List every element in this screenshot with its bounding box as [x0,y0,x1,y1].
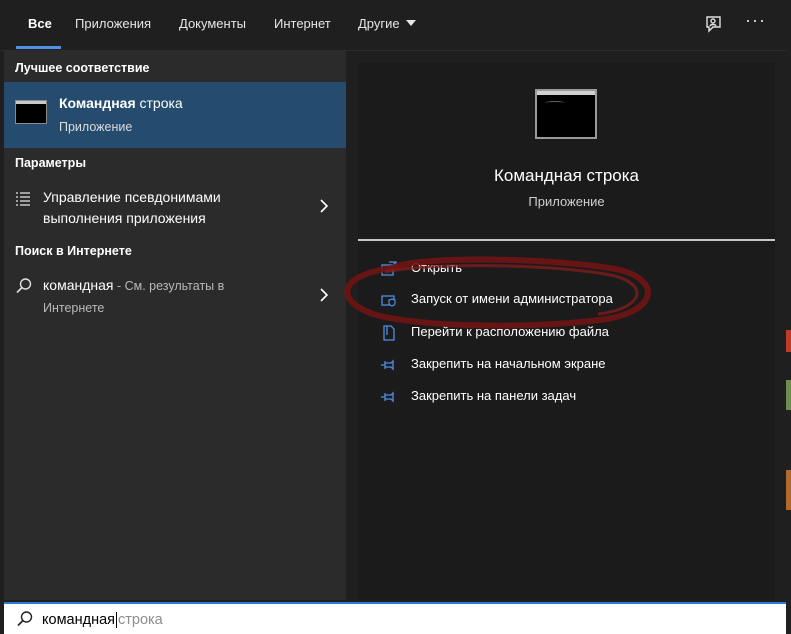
action-open[interactable]: Открыть [380,257,680,281]
action-pin-start-label: Закрепить на начальном экране [411,356,606,371]
search-typed-text: командная [42,612,115,628]
best-match-type: Приложение [59,120,133,134]
more-options-icon[interactable]: ··· [745,10,769,34]
action-open-file-location-label: Перейти к расположению файла [411,324,609,339]
section-best-match: Лучшее соответствие [15,61,150,75]
tab-documents[interactable]: Документы [179,0,246,50]
web-search-label: командная - См. результаты в Интернете [43,277,225,315]
best-match-name: Командная строка [59,95,183,111]
pin-icon [381,391,394,403]
action-run-as-admin[interactable]: Запуск от имени администратора [380,288,680,312]
pin-icon [381,359,394,371]
feedback-icon[interactable] [701,13,725,37]
command-prompt-icon [15,100,47,124]
background-desktop-strip [786,0,791,634]
tab-all[interactable]: Все [28,0,52,50]
search-tabs-bar: Все Приложения Документы Интернет Другие… [0,0,786,51]
action-open-file-location[interactable]: Перейти к расположению файла [380,321,680,345]
action-pin-taskbar-label: Закрепить на панели задач [411,388,577,403]
desktop-fragment [786,330,791,352]
text-caret [116,612,117,629]
search-completion-hint: строка [118,612,163,628]
preview-panel: Командная строка Приложение Открыть Запу… [358,63,775,600]
best-match-item[interactable]: Командная строка Приложение [4,82,346,148]
action-pin-taskbar[interactable]: Закрепить на панели задач [380,385,680,409]
tab-more[interactable]: Другие [358,0,416,50]
preview-title: Командная строка [493,166,640,185]
tab-apps[interactable]: Приложения [75,0,151,50]
divider [358,239,775,241]
chevron-down-icon [405,19,416,26]
action-pin-start[interactable]: Закрепить на начальном экране [380,353,680,377]
file-location-icon [383,325,395,341]
settings-item-app-aliases[interactable]: Управление псевдонимами выполнения прилож… [4,183,346,233]
list-settings-icon [16,192,30,206]
open-icon [381,261,397,276]
tab-internet[interactable]: Интернет [274,0,331,50]
tab-more-label: Другие [358,16,400,31]
action-open-label: Открыть [411,260,463,275]
preview-subtitle: Приложение [528,194,605,209]
section-web-search: Поиск в Интернете [15,244,132,258]
search-input[interactable]: командная строка [42,612,163,629]
action-run-as-admin-label: Запуск от имени администратора [411,291,613,306]
desktop-fragment [786,380,791,410]
shield-icon [381,295,396,307]
search-icon [16,278,32,294]
desktop-fragment [786,470,791,510]
command-prompt-large-icon [535,89,597,139]
section-settings: Параметры [15,156,86,170]
search-box[interactable]: командная строка [4,602,786,634]
web-search-item[interactable]: командная - См. результаты в Интернете [4,272,346,322]
active-tab-indicator [16,46,61,49]
settings-item-label: Управление псевдонимами выполнения прилож… [43,189,221,226]
results-panel: Лучшее соответствие Командная строка При… [4,51,346,600]
chevron-right-icon [320,288,328,302]
chevron-right-icon [320,199,328,213]
search-icon [17,611,33,627]
